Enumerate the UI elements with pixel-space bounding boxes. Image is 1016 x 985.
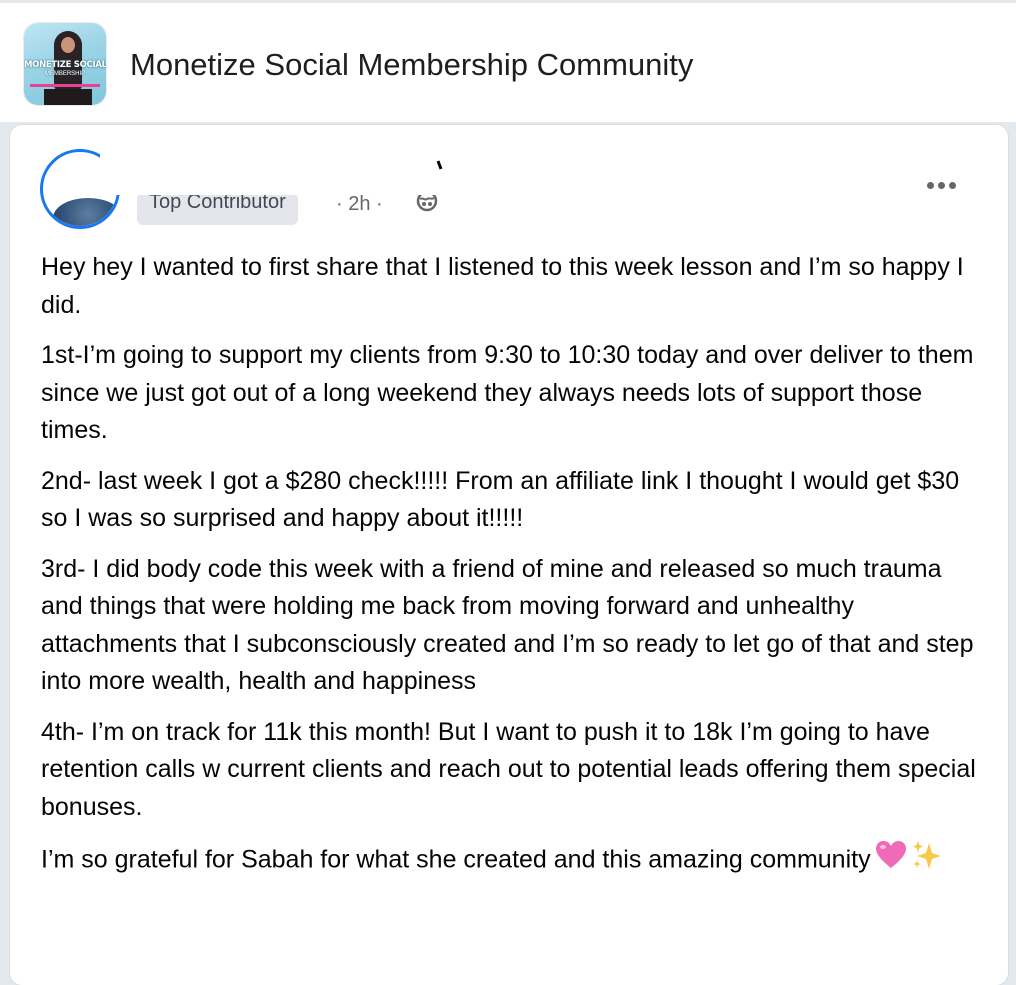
post-paragraph: Hey hey I wanted to first share that I l… <box>41 253 964 319</box>
closing-text: I’m so grateful for Sabah for what she c… <box>41 845 871 874</box>
group-name-link[interactable]: Monetize Social Membership Community <box>130 45 693 85</box>
timestamp-text: · 2h · <box>336 193 383 215</box>
badge-label: Top Contributor <box>149 193 286 213</box>
redacted-author-name <box>100 147 448 195</box>
group-thumbnail[interactable]: MONETIZE SOCIAL MEMBERSHIP <box>24 23 106 105</box>
more-options-dot <box>948 181 956 189</box>
post-timestamp[interactable]: · 2h · <box>336 193 383 215</box>
post-card: Top Contributor · 2h · Hey hey I wanted … <box>10 125 1008 985</box>
post-paragraph-closing: I’m so grateful for Sabah for what she c… <box>41 839 981 883</box>
pink-heart-icon <box>875 840 907 882</box>
group-header: MONETIZE SOCIAL MEMBERSHIP Monetize Soci… <box>0 0 1016 122</box>
globe-icon <box>415 193 439 215</box>
thumbnail-subtitle: MEMBERSHIP <box>44 71 86 77</box>
thumbnail-accent-bar <box>30 84 100 87</box>
avatar-photo <box>53 198 117 226</box>
thumbnail-title: MONETIZE SOCIAL <box>24 60 106 70</box>
thumbnail-face <box>61 37 75 53</box>
more-options-dot <box>937 181 945 189</box>
thumbnail-chair <box>44 89 92 105</box>
post-paragraph: 3rd- I did body code this week with a fr… <box>41 554 974 696</box>
post-body: Hey hey I wanted to first share that I l… <box>41 249 981 896</box>
more-options-icon <box>926 181 934 189</box>
post-paragraph: 2nd- last week I got a $280 check!!!!! F… <box>41 466 960 533</box>
more-options-button[interactable] <box>916 169 966 201</box>
sparkles-icon <box>911 839 943 883</box>
post-paragraph: 4th- I’m on track for 11k this month! Bu… <box>41 717 976 821</box>
top-contributor-badge[interactable]: Top Contributor <box>137 193 298 225</box>
post-paragraph: 1st-I’m going to support my clients from… <box>41 341 974 444</box>
